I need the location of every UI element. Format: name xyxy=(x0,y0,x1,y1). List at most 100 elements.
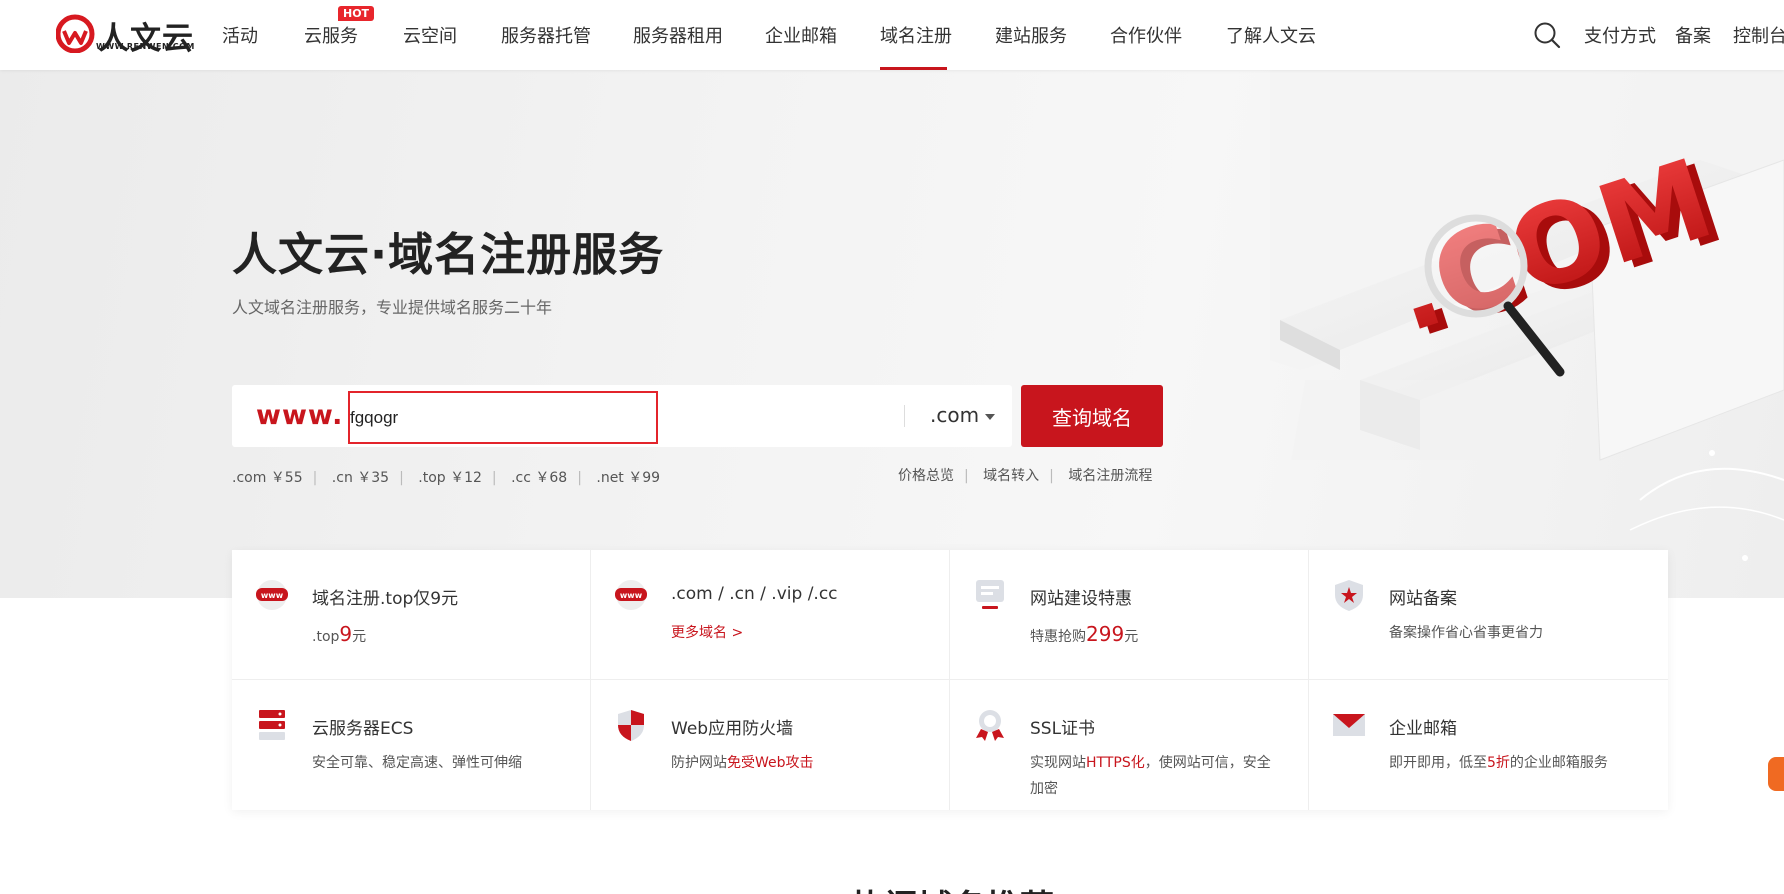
card-price-highlight: 299 xyxy=(1086,622,1125,646)
ssl-certificate-icon xyxy=(976,710,1004,741)
domain-price-list: .com ￥55 | .cn ￥35 | .top ￥12 | .cc ￥68 | .n… xyxy=(232,467,660,487)
separator: | xyxy=(399,470,404,486)
feature-cards: www 域名注册.top仅9元 .top9元 www .com / .cn / … xyxy=(232,550,1668,810)
card-title: 云服务器ECS xyxy=(312,719,414,739)
card-desc: 特惠抢购299元 xyxy=(1030,622,1138,646)
logo-subtext: WWW.RENWEN.COM xyxy=(96,42,195,51)
card-desc-suffix: ，使网站可信，安全 xyxy=(1144,755,1271,771)
domain-transfer-link[interactable]: 域名转入 xyxy=(983,468,1039,484)
card-desc-prefix: 防护网站 xyxy=(671,755,727,771)
caret-down-icon[interactable] xyxy=(985,414,995,420)
top-navbar: 人文云 WWW.RENWEN.COM 活动 云服务 云空间 服务器托管 服务器租… xyxy=(0,0,1784,70)
domain-suffix-select[interactable]: .com xyxy=(930,403,979,427)
card-desc: 防护网站免受Web攻击 xyxy=(671,752,814,772)
firewall-shield-icon xyxy=(618,710,644,741)
card-title: 网站建设特惠 xyxy=(1030,589,1132,609)
card-desc: 实现网站HTTPS化，使网站可信，安全 xyxy=(1030,752,1271,772)
hero-title: 人文云·域名注册服务 xyxy=(232,228,665,281)
price-item[interactable]: .top ￥12 xyxy=(418,470,482,486)
card-website-filing[interactable]: 网站备案 备案操作省心省事更省力 xyxy=(1309,550,1668,680)
renwen-logo-icon xyxy=(56,14,95,53)
console-link[interactable]: 控制台 xyxy=(1733,22,1784,48)
filing-link[interactable]: 备案 xyxy=(1675,22,1711,48)
nav-item-about[interactable]: 了解人文云 xyxy=(1226,22,1316,48)
query-domain-button[interactable]: 查询域名 xyxy=(1021,385,1163,447)
website-build-icon xyxy=(976,580,1004,609)
nav-item-website-building[interactable]: 建站服务 xyxy=(995,22,1067,48)
card-desc: 备案操作省心省事更省力 xyxy=(1389,625,1543,641)
card-desc-suffix: 的企业邮箱服务 xyxy=(1509,755,1608,771)
separator: | xyxy=(577,470,582,486)
hero-subtitle: 人文域名注册服务，专业提供域名服务二十年 xyxy=(232,298,553,317)
nav-item-server-rental[interactable]: 服务器租用 xyxy=(633,22,723,48)
domain-quick-links: 价格总览 | 域名转入 | 域名注册流程 xyxy=(898,465,1152,485)
search-icon[interactable] xyxy=(1533,21,1561,49)
nav-item-domain-registration[interactable]: 域名注册 xyxy=(880,22,952,48)
hero-decoration: .COM .COM xyxy=(1270,70,1784,561)
nav-item-enterprise-email[interactable]: 企业邮箱 xyxy=(765,22,837,48)
www-label: www. xyxy=(256,400,344,431)
card-website-building[interactable]: 网站建设特惠 特惠抢购299元 xyxy=(950,550,1309,680)
active-nav-underline xyxy=(880,67,947,70)
price-item[interactable]: .com ￥55 xyxy=(232,470,303,486)
card-desc-prefix: .top xyxy=(312,629,340,645)
card-desc-highlight: HTTPS化 xyxy=(1086,755,1145,771)
card-domain-suffixes[interactable]: www .com / .cn / .vip /.cc 更多域名 > xyxy=(591,550,950,680)
hot-badge: HOT xyxy=(338,6,375,21)
card-ssl-certificate[interactable]: SSL证书 实现网站HTTPS化，使网站可信，安全 加密 xyxy=(950,680,1309,810)
price-item[interactable]: .cn ￥35 xyxy=(332,470,389,486)
nav-item-cloud-space[interactable]: 云空间 xyxy=(403,22,457,48)
nav-item-partners[interactable]: 合作伙伴 xyxy=(1110,22,1182,48)
separator: | xyxy=(964,468,969,484)
card-desc-suffix: 元 xyxy=(1124,629,1139,645)
page: .COM .COM 人文云·域名注册服务 人文域名注册服务，专业提供域名服务二十… xyxy=(0,0,1784,894)
card-desc-prefix: 实现网站 xyxy=(1030,755,1086,771)
card-title: .com / .cn / .vip /.cc xyxy=(671,584,838,604)
card-title: 网站备案 xyxy=(1389,589,1457,609)
card-title: 企业邮箱 xyxy=(1389,719,1457,739)
card-desc-highlight: 5折 xyxy=(1487,755,1510,771)
svg-text:www: www xyxy=(620,591,643,600)
suffix-divider xyxy=(904,405,905,427)
price-item[interactable]: .net ￥99 xyxy=(596,470,660,486)
separator: | xyxy=(491,470,497,486)
card-desc: 即开即用，低至5折的企业邮箱服务 xyxy=(1389,752,1608,772)
card-title: Web应用防火墙 xyxy=(671,719,794,739)
mail-icon xyxy=(1333,714,1365,736)
card-desc: 安全可靠、稳定高速、弹性可伸缩 xyxy=(312,755,522,771)
logo[interactable]: 人文云 WWW.RENWEN.COM xyxy=(56,13,201,57)
card-enterprise-email[interactable]: 企业邮箱 即开即用，低至5折的企业邮箱服务 xyxy=(1309,680,1668,810)
more-domains-link[interactable]: 更多域名 > xyxy=(671,622,743,642)
svg-text:www: www xyxy=(261,591,284,600)
domain-search-box: www. .com xyxy=(232,385,1012,447)
www-icon: www xyxy=(615,580,647,610)
card-cloud-server[interactable]: 云服务器ECS 安全可靠、稳定高速、弹性可伸缩 xyxy=(232,680,591,810)
card-desc: .top9元 xyxy=(312,622,366,646)
separator: | xyxy=(312,470,318,486)
floating-service-icon[interactable] xyxy=(1768,757,1784,791)
card-desc-highlight: 免受Web攻击 xyxy=(727,755,814,771)
nav-item-cloud-service[interactable]: 云服务 xyxy=(304,22,358,48)
price-overview-link[interactable]: 价格总览 xyxy=(898,468,954,484)
payment-methods-link[interactable]: 支付方式 xyxy=(1584,22,1656,48)
separator: | xyxy=(1049,468,1054,484)
hot-domains-section-title: 热门域名推荐 xyxy=(850,880,1054,894)
server-icon xyxy=(259,710,285,740)
registration-process-link[interactable]: 域名注册流程 xyxy=(1068,468,1152,484)
card-desc-line2: 加密 xyxy=(1030,781,1058,797)
domain-search-input[interactable] xyxy=(348,391,658,444)
card-desc-suffix: 元 xyxy=(352,629,367,645)
card-price-highlight: 9 xyxy=(339,622,353,646)
hero-banner: .COM .COM 人文云·域名注册服务 人文域名注册服务，专业提供域名服务二十… xyxy=(0,70,1784,598)
price-item[interactable]: .cc ￥68 xyxy=(511,470,567,486)
card-desc-prefix: 即开即用，低至 xyxy=(1389,755,1487,771)
card-desc-prefix: 特惠抢购 xyxy=(1030,629,1086,645)
card-domain-top[interactable]: www 域名注册.top仅9元 .top9元 xyxy=(232,550,591,680)
logo-text: 人文云 xyxy=(98,21,194,57)
www-icon: www xyxy=(256,580,288,610)
card-title: 域名注册.top仅9元 xyxy=(312,589,459,609)
nav-item-activities[interactable]: 活动 xyxy=(222,22,258,48)
shield-star-icon xyxy=(1335,580,1363,611)
nav-item-server-hosting[interactable]: 服务器托管 xyxy=(501,22,591,48)
card-web-firewall[interactable]: Web应用防火墙 防护网站免受Web攻击 xyxy=(591,680,950,810)
